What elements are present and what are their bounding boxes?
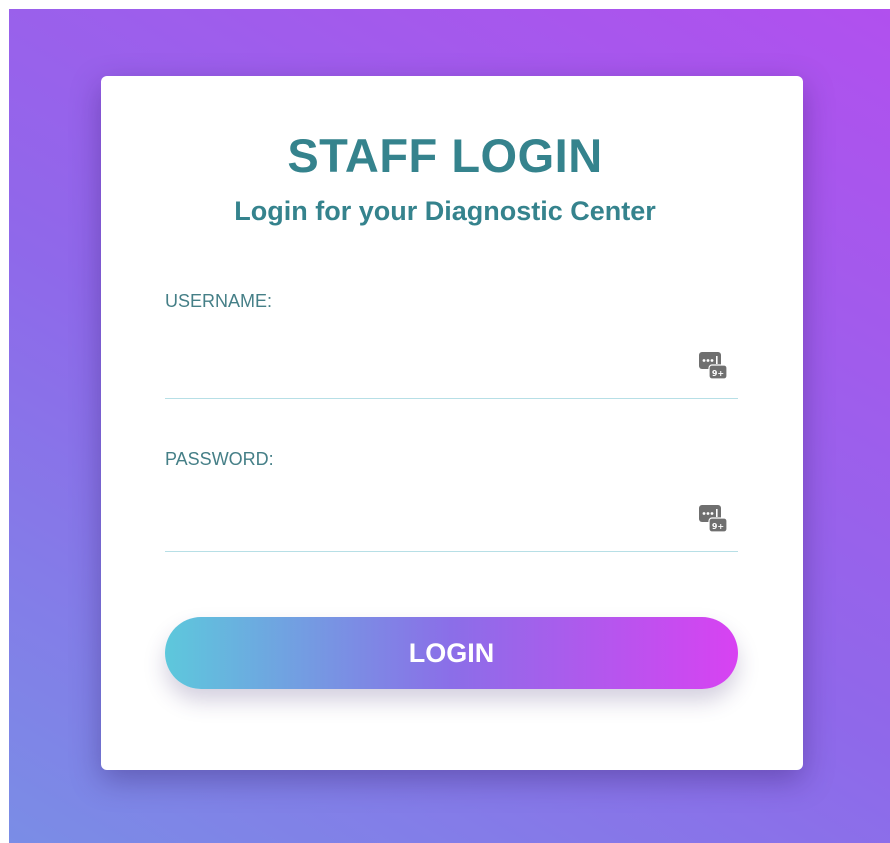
username-input[interactable] bbox=[165, 338, 689, 396]
password-input[interactable] bbox=[165, 491, 689, 549]
password-field-wrapper: 9+ bbox=[165, 491, 738, 552]
page-subtitle: Login for your Diagnostic Center bbox=[234, 196, 656, 226]
password-manager-key-icon[interactable]: 9+ bbox=[698, 350, 728, 380]
svg-text:9+: 9+ bbox=[712, 522, 724, 531]
login-button[interactable]: LOGIN bbox=[165, 617, 738, 689]
password-label: PASSWORD: bbox=[165, 449, 274, 469]
svg-text:9+: 9+ bbox=[712, 369, 724, 378]
username-field-wrapper: 9+ bbox=[165, 338, 738, 399]
password-manager-key-icon[interactable]: 9+ bbox=[698, 503, 728, 533]
page-title: STAFF LOGIN bbox=[287, 129, 603, 182]
username-label: USERNAME: bbox=[165, 291, 273, 311]
